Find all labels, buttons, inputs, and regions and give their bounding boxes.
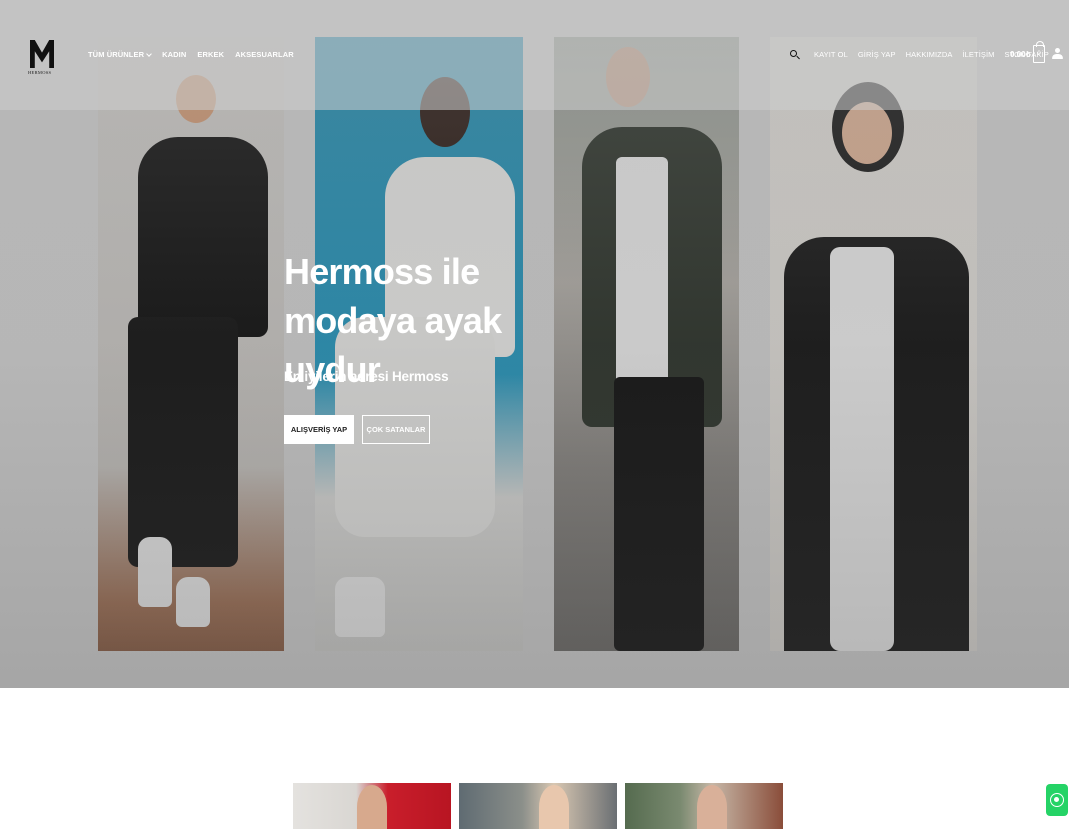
nav-men[interactable]: ERKEK — [197, 50, 224, 59]
whatsapp-icon[interactable] — [1046, 784, 1068, 816]
nav-register[interactable]: KAYIT OL — [814, 50, 848, 59]
category-photo-2 — [539, 785, 569, 829]
cart-count: 0 — [1037, 51, 1041, 57]
cart-total[interactable]: 0.00₺ — [1010, 50, 1031, 59]
logo-text: HERMOSS — [28, 70, 52, 75]
site-logo[interactable]: HERMOSS — [28, 40, 58, 76]
search-icon[interactable] — [790, 50, 800, 60]
nav-all-products-label: TÜM ÜRÜNLER — [88, 50, 145, 59]
main-navigation: TÜM ÜRÜNLER KADIN ERKEK AKSESUARLAR — [88, 50, 294, 59]
category-photo-3 — [697, 785, 727, 829]
user-icon[interactable] — [1052, 48, 1063, 61]
category-photo-1 — [357, 785, 387, 829]
nav-all-products[interactable]: TÜM ÜRÜNLER — [88, 50, 152, 59]
chevron-down-icon — [146, 50, 152, 57]
nav-women[interactable]: KADIN — [162, 50, 186, 59]
category-card-1[interactable] — [293, 783, 451, 829]
nav-about[interactable]: HAKKIMIZDA — [906, 50, 953, 59]
nav-contact[interactable]: İLETİŞİM — [962, 50, 994, 59]
hero-subtitle: En iyilerin adresi Hermoss — [284, 369, 449, 384]
site-header: HERMOSS TÜM ÜRÜNLER KADIN ERKEK AKSESUAR… — [0, 0, 1069, 110]
best-sellers-button[interactable]: ÇOK SATANLAR — [362, 415, 430, 444]
category-card-3[interactable] — [625, 783, 783, 829]
nav-accessories[interactable]: AKSESUARLAR — [235, 50, 294, 59]
logo-monogram-icon — [30, 40, 54, 68]
nav-login[interactable]: GİRİŞ YAP — [858, 50, 896, 59]
shopping-bag-icon[interactable]: 0 — [1033, 41, 1045, 63]
shop-now-button[interactable]: ALIŞVERİŞ YAP — [284, 415, 354, 444]
category-card-2[interactable] — [459, 783, 617, 829]
